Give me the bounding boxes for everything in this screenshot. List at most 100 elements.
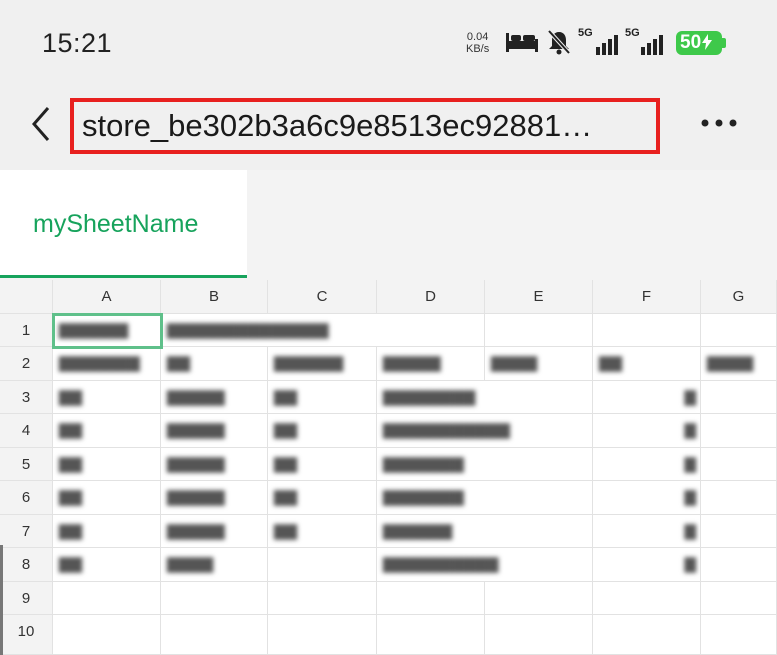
row-header-6[interactable]: 6 (0, 481, 53, 515)
cell-f10[interactable] (593, 615, 701, 655)
cell-a1[interactable]: ▇▇▇▇▇▇ (53, 314, 161, 347)
cell-c4[interactable]: ▇▇ (268, 414, 377, 448)
cell-c2[interactable]: ▇▇▇▇▇▇ (268, 347, 377, 381)
cell-g7[interactable] (701, 515, 777, 548)
cell-a7-text: ▇▇ (59, 523, 83, 540)
row-header-4[interactable]: 4 (0, 414, 53, 448)
cell-a8-text: ▇▇ (59, 556, 83, 573)
cell-c8[interactable] (268, 548, 377, 582)
cell-g4[interactable] (701, 414, 777, 448)
cell-f7[interactable]: ▇ (593, 515, 701, 548)
cell-f9[interactable] (593, 582, 701, 615)
cell-a10[interactable] (53, 615, 161, 655)
cell-f8[interactable]: ▇ (593, 548, 701, 582)
cell-d6[interactable]: ▇▇▇▇▇▇▇ (377, 481, 593, 515)
cell-b8[interactable]: ▇▇▇▇ (161, 548, 268, 582)
cell-g2[interactable]: ▇▇▇▇ (701, 347, 777, 381)
cell-b3[interactable]: ▇▇▇▇▇ (161, 381, 268, 414)
cell-a2[interactable]: ▇▇▇▇▇▇▇ (53, 347, 161, 381)
battery-indicator: 50 (676, 31, 722, 55)
cell-g8[interactable] (701, 548, 777, 582)
row-header-3[interactable]: 3 (0, 381, 53, 414)
row-header-7[interactable]: 7 (0, 515, 53, 548)
spreadsheet-grid[interactable]: A B C D E F G 1 2 3 4 5 6 7 8 9 10 ▇▇▇▇▇… (0, 280, 777, 655)
column-header-g[interactable]: G (701, 280, 777, 314)
cell-e2-text: ▇▇▇▇ (491, 355, 538, 372)
cell-g10[interactable] (701, 615, 777, 655)
sheet-tab[interactable]: mySheetName (0, 170, 247, 278)
cell-d3[interactable]: ▇▇▇▇▇▇▇▇ (377, 381, 593, 414)
cell-e2[interactable]: ▇▇▇▇ (485, 347, 593, 381)
cell-b2[interactable]: ▇▇ (161, 347, 268, 381)
cell-e1[interactable] (485, 314, 593, 347)
cell-f1[interactable] (593, 314, 701, 347)
cell-f5-text: ▇ (684, 456, 696, 473)
cell-d2-text: ▇▇▇▇▇ (383, 355, 441, 372)
cell-f4-text: ▇ (684, 422, 696, 439)
cell-c5[interactable]: ▇▇ (268, 448, 377, 481)
cell-a9[interactable] (53, 582, 161, 615)
cell-c7-text: ▇▇ (274, 523, 298, 540)
cell-d10[interactable] (377, 615, 485, 655)
cell-d5[interactable]: ▇▇▇▇▇▇▇ (377, 448, 593, 481)
cell-f2[interactable]: ▇▇ (593, 347, 701, 381)
cell-f3-text: ▇ (684, 389, 696, 406)
cell-d4-text: ▇▇▇▇▇▇▇▇▇▇▇ (383, 422, 510, 439)
cell-b1[interactable]: ▇▇▇▇▇▇▇▇▇▇▇▇▇▇ (161, 314, 485, 347)
cell-a8[interactable]: ▇▇ (53, 548, 161, 582)
row-header-5[interactable]: 5 (0, 448, 53, 481)
cell-c9[interactable] (268, 582, 377, 615)
cell-b9[interactable] (161, 582, 268, 615)
grid-corner[interactable] (0, 280, 53, 314)
mute-bell-icon (547, 29, 571, 55)
battery-level: 50 (680, 32, 702, 53)
row-header-9[interactable]: 9 (0, 582, 53, 615)
cell-g1[interactable] (701, 314, 777, 347)
cell-c7[interactable]: ▇▇ (268, 515, 377, 548)
row-header-1[interactable]: 1 (0, 314, 53, 347)
cell-f3[interactable]: ▇ (593, 381, 701, 414)
cell-g3[interactable] (701, 381, 777, 414)
column-header-b[interactable]: B (161, 280, 268, 314)
cell-f6[interactable]: ▇ (593, 481, 701, 515)
row-header-2[interactable]: 2 (0, 347, 53, 381)
cell-b7[interactable]: ▇▇▇▇▇ (161, 515, 268, 548)
cell-d4[interactable]: ▇▇▇▇▇▇▇▇▇▇▇ (377, 414, 593, 448)
cell-a5[interactable]: ▇▇ (53, 448, 161, 481)
cell-a4[interactable]: ▇▇ (53, 414, 161, 448)
cell-b6[interactable]: ▇▇▇▇▇ (161, 481, 268, 515)
navigation-bar: store_be302b3a6c9e8513ec92881… (0, 88, 777, 170)
cell-e9[interactable] (485, 582, 593, 615)
cell-f4[interactable]: ▇ (593, 414, 701, 448)
cell-g5[interactable] (701, 448, 777, 481)
cell-g9[interactable] (701, 582, 777, 615)
column-header-e[interactable]: E (485, 280, 593, 314)
cell-c3[interactable]: ▇▇ (268, 381, 377, 414)
cell-c2-text: ▇▇▇▇▇▇ (274, 355, 344, 372)
cell-f5[interactable]: ▇ (593, 448, 701, 481)
cell-d8[interactable]: ▇▇▇▇▇▇▇▇▇▇ (377, 548, 593, 582)
row-header-8[interactable]: 8 (0, 548, 53, 582)
cell-b6-text: ▇▇▇▇▇ (167, 489, 225, 506)
cell-b10[interactable] (161, 615, 268, 655)
cell-c6[interactable]: ▇▇ (268, 481, 377, 515)
cell-a7[interactable]: ▇▇ (53, 515, 161, 548)
cell-d7[interactable]: ▇▇▇▇▇▇ (377, 515, 593, 548)
back-chevron-icon[interactable] (26, 104, 58, 144)
column-header-f[interactable]: F (593, 280, 701, 314)
cell-d2[interactable]: ▇▇▇▇▇ (377, 347, 485, 381)
column-header-c[interactable]: C (268, 280, 377, 314)
more-options-icon[interactable] (696, 106, 742, 140)
row-header-10[interactable]: 10 (0, 615, 53, 655)
column-header-a[interactable]: A (53, 280, 161, 314)
cell-b5[interactable]: ▇▇▇▇▇ (161, 448, 268, 481)
cell-d9[interactable] (377, 582, 485, 615)
column-header-d[interactable]: D (377, 280, 485, 314)
cell-b4[interactable]: ▇▇▇▇▇ (161, 414, 268, 448)
cell-a6[interactable]: ▇▇ (53, 481, 161, 515)
cell-e10[interactable] (485, 615, 593, 655)
cell-c10[interactable] (268, 615, 377, 655)
cell-a3[interactable]: ▇▇ (53, 381, 161, 414)
sheet-tab-bar: mySheetName (0, 170, 777, 281)
cell-g6[interactable] (701, 481, 777, 515)
